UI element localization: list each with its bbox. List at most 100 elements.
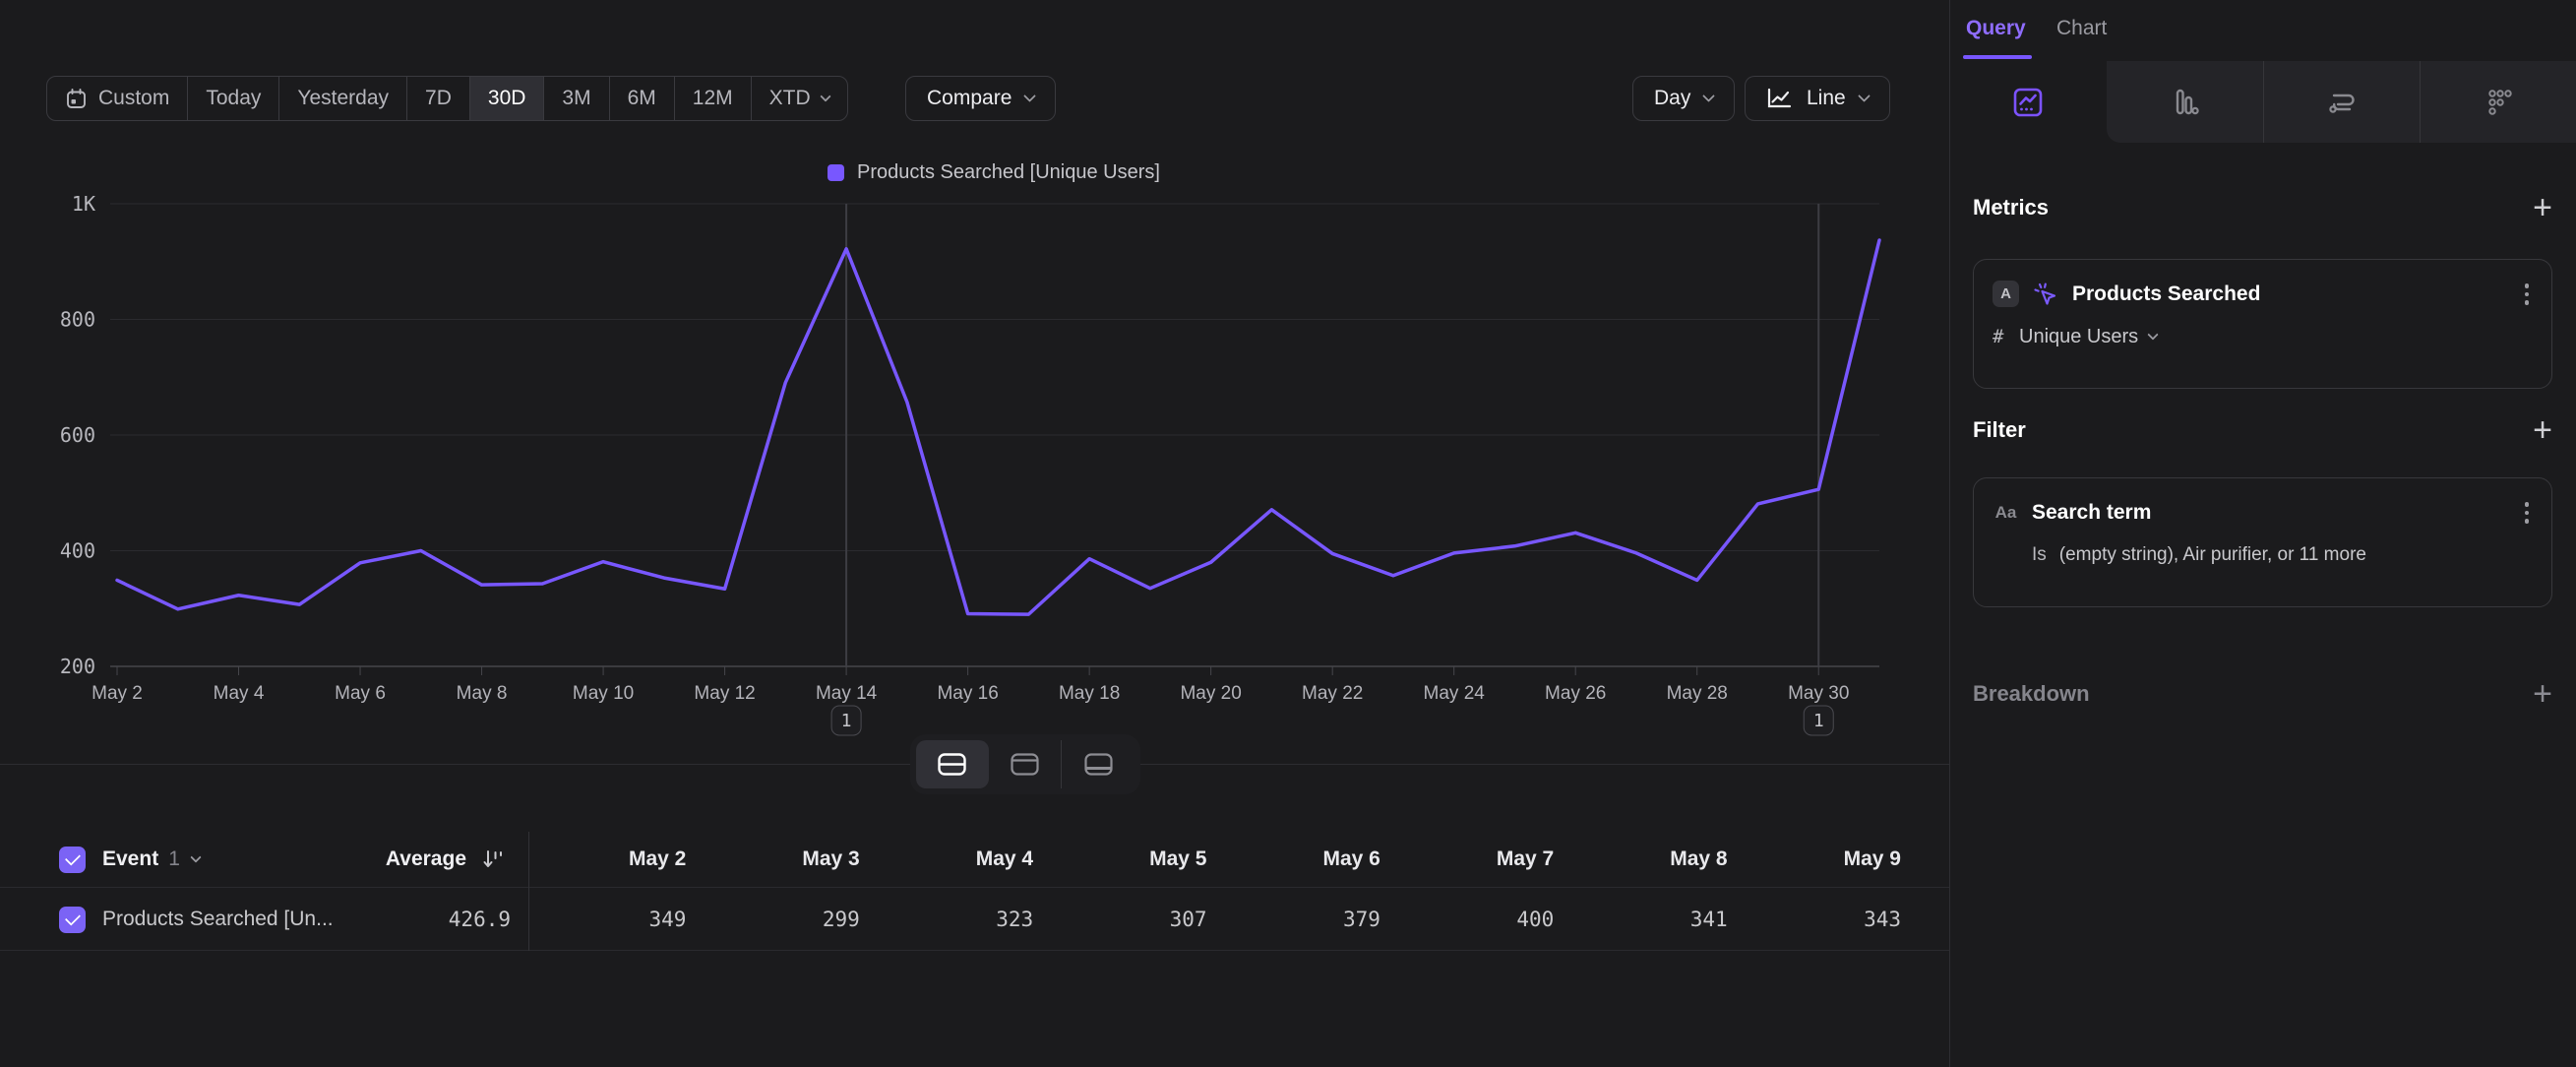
range-7d[interactable]: 7D xyxy=(406,77,469,120)
tab-chart[interactable]: Chart xyxy=(2056,17,2107,40)
date-header[interactable]: May 6 xyxy=(1223,847,1396,871)
metrics-section-header: Metrics + xyxy=(1973,195,2552,220)
x-axis-label: May 20 xyxy=(1180,683,1241,704)
date-range-segmented-control: Custom TodayYesterday 7D 30D 3M 6M 12M XTD xyxy=(46,76,848,121)
compare-button[interactable]: Compare xyxy=(905,76,1056,121)
x-axis-label: May 10 xyxy=(573,683,634,704)
metric-card[interactable]: A Products Searched # Unique Users xyxy=(1973,259,2552,389)
metric-name: Products Searched xyxy=(2072,282,2508,306)
range-label: 3M xyxy=(562,87,590,110)
event-count: 1 xyxy=(168,847,180,871)
y-axis-label: 400 xyxy=(60,539,95,563)
sort-descending-icon xyxy=(481,848,504,870)
tab-query[interactable]: Query xyxy=(1966,17,2026,40)
range-custom[interactable]: Custom xyxy=(47,77,187,120)
chart-legend[interactable]: Products Searched [Unique Users] xyxy=(108,161,1879,184)
average-label: Average xyxy=(386,847,466,871)
filter-operator[interactable]: Is xyxy=(2032,544,2047,566)
event-cursor-icon xyxy=(2032,281,2059,308)
string-type-icon: Aa xyxy=(1993,503,2019,523)
y-axis-label: 1K xyxy=(72,192,95,216)
range-12m[interactable]: 12M xyxy=(674,77,751,120)
date-header[interactable]: May 7 xyxy=(1396,847,1569,871)
y-axis-label: 600 xyxy=(60,423,95,447)
range-label: XTD xyxy=(769,87,811,110)
cell-value: 323 xyxy=(876,908,1049,931)
table-view-icon xyxy=(1083,752,1114,777)
chart-view-button[interactable] xyxy=(989,740,1062,788)
x-axis-label: May 16 xyxy=(937,683,998,704)
range-label: Custom xyxy=(98,87,169,110)
split-view-button[interactable] xyxy=(916,740,989,788)
x-axis-label: May 28 xyxy=(1667,683,1728,704)
chevron-down-icon xyxy=(1702,90,1715,102)
range-today[interactable]: Today xyxy=(187,77,278,120)
add-breakdown-button[interactable]: + xyxy=(2533,681,2552,707)
metric-menu-button[interactable] xyxy=(2521,280,2534,309)
x-axis-label: May 30 xyxy=(1788,683,1849,704)
split-view-icon xyxy=(937,752,967,777)
calendar-icon xyxy=(65,88,88,110)
series-line[interactable] xyxy=(117,240,1879,614)
query-sidebar: Query Chart xyxy=(1949,0,2576,1067)
table-column-divider xyxy=(528,832,529,951)
event-label: Event xyxy=(102,847,158,871)
cell-value: 307 xyxy=(1049,908,1222,931)
select-all-checkbox[interactable] xyxy=(59,847,86,873)
breakdown-title: Breakdown xyxy=(1973,681,2090,707)
x-axis-label: May 18 xyxy=(1059,683,1120,704)
x-axis-label: May 14 xyxy=(816,683,878,704)
flows-icon xyxy=(2325,87,2359,118)
annotation-badge-label: 1 xyxy=(841,711,852,731)
date-header[interactable]: May 4 xyxy=(876,847,1049,871)
filter-property-name: Search term xyxy=(2032,501,2508,525)
chart-type-button[interactable]: Line xyxy=(1745,76,1890,121)
filter-card[interactable]: Aa Search term Is (empty string), Air pu… xyxy=(1973,477,2552,607)
x-axis-label: May 12 xyxy=(694,683,755,704)
active-tab-underline xyxy=(1963,55,2032,59)
chevron-down-icon xyxy=(1024,90,1037,102)
add-metric-button[interactable]: + xyxy=(2533,195,2552,220)
date-header[interactable]: May 3 xyxy=(702,847,875,871)
row-average-value: 426.9 xyxy=(276,908,511,931)
chevron-down-icon xyxy=(2148,329,2159,340)
filter-menu-button[interactable] xyxy=(2521,498,2534,528)
row-checkbox[interactable] xyxy=(59,907,86,933)
insights-line-icon xyxy=(2012,87,2044,118)
average-column-header[interactable]: Average xyxy=(276,847,504,871)
main-area: Custom TodayYesterday 7D 30D 3M 6M 12M XTD Comp… xyxy=(0,0,1949,1067)
range-yesterday[interactable]: Yesterday xyxy=(278,77,406,120)
event-column-header[interactable]: Event 1 xyxy=(102,847,200,871)
metric-letter-badge: A xyxy=(1993,281,2019,307)
measure-selector[interactable]: Unique Users xyxy=(2019,326,2157,348)
granularity-button[interactable]: Day xyxy=(1632,76,1735,121)
date-header[interactable]: May 8 xyxy=(1569,847,1743,871)
cell-value: 341 xyxy=(1569,908,1743,931)
range-30d[interactable]: 30D xyxy=(469,77,544,120)
chart-view-icon xyxy=(1010,752,1040,777)
date-header[interactable]: May 9 xyxy=(1744,847,1917,871)
annotation-badge-label: 1 xyxy=(1813,711,1824,731)
date-header[interactable]: May 5 xyxy=(1049,847,1222,871)
cell-value: 400 xyxy=(1396,908,1569,931)
filter-value[interactable]: (empty string), Air purifier, or 11 more xyxy=(2059,544,2366,566)
range-label: 6M xyxy=(628,87,656,110)
x-axis-label: May 4 xyxy=(214,683,265,704)
date-header[interactable]: May 2 xyxy=(528,847,702,871)
chart-type-funnel[interactable] xyxy=(2420,61,2576,143)
table-row[interactable]: Products Searched [Un... 426.9 349299323… xyxy=(0,889,1949,951)
range-6m[interactable]: 6M xyxy=(609,77,674,120)
add-filter-button[interactable]: + xyxy=(2533,417,2552,443)
chart-type-insights[interactable] xyxy=(1950,61,2107,143)
table-view-button[interactable] xyxy=(1061,740,1135,788)
range-xtd[interactable]: XTD xyxy=(751,77,847,120)
line-chart[interactable]: 1K800600400200May 2May 4May 6May 8May 10… xyxy=(0,192,1949,743)
chart-type-bar[interactable] xyxy=(2107,61,2263,143)
y-axis-label: 200 xyxy=(60,655,95,678)
chart-type-flows[interactable] xyxy=(2263,61,2421,143)
date-column-values: 349299323307379400341343 xyxy=(528,908,1917,931)
range-label: 7D xyxy=(425,87,452,110)
range-3m[interactable]: 3M xyxy=(543,77,608,120)
sidebar-tabs: Query Chart xyxy=(1950,0,2576,61)
filter-section-header: Filter + xyxy=(1973,417,2552,443)
